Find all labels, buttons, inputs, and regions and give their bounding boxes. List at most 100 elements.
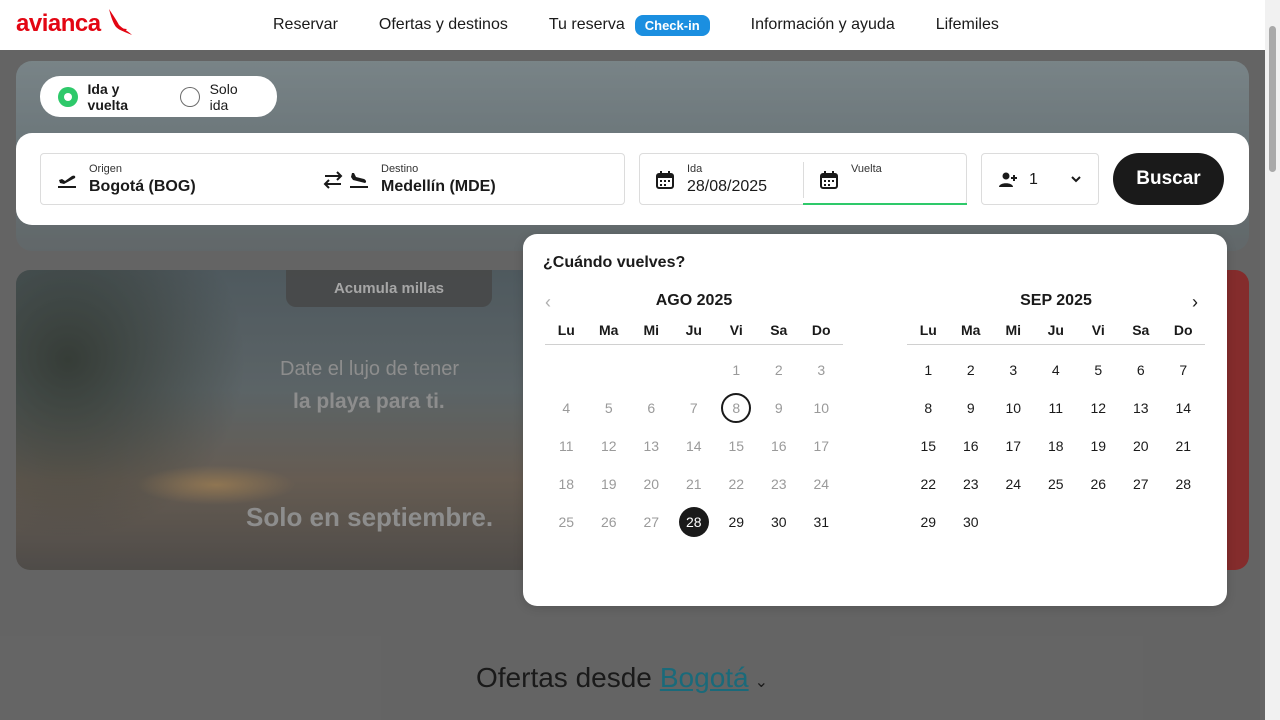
calendar-day: 17 — [800, 427, 843, 465]
day-number: 11 — [1048, 400, 1064, 416]
calendar-day[interactable]: 29 — [715, 503, 758, 541]
origin-input[interactable]: Bogotá (BOG) — [89, 178, 196, 196]
calendar-day[interactable]: 30 — [950, 503, 993, 541]
calendar-day[interactable]: 4 — [1035, 351, 1078, 389]
day-grid: 1 2 3 4 5 6 7 8 9 10 11 12 13 14 15 16 17 18 19 20 21 22 23 24 2… — [907, 351, 1205, 541]
destination-input[interactable]: Medellín (MDE) — [381, 178, 496, 196]
return-active-underline — [803, 203, 967, 205]
round-trip-label[interactable]: Ida y vuelta — [88, 81, 162, 113]
calendar-day[interactable]: 27 — [1120, 465, 1163, 503]
calendar-day[interactable]: 21 — [1162, 427, 1205, 465]
calendar-day[interactable]: 23 — [950, 465, 993, 503]
calendar-day[interactable]: 30 — [758, 503, 801, 541]
ofertas-city-link[interactable]: Bogotá — [660, 662, 749, 693]
calendar-day[interactable]: 26 — [1077, 465, 1120, 503]
passengers-selector[interactable]: 1 — [981, 153, 1099, 205]
scroll-thumb[interactable] — [1269, 26, 1276, 172]
chevron-down-icon[interactable]: ⌄ — [755, 674, 768, 691]
logo-text: avianca — [16, 10, 101, 37]
calendar-day[interactable]: 11 — [1035, 389, 1078, 427]
page-scrollbar[interactable] — [1265, 0, 1280, 720]
nav-label: Tu reserva — [548, 16, 625, 33]
calendar-day[interactable]: 19 — [1077, 427, 1120, 465]
day-number: 17 — [813, 438, 830, 454]
day-number: 4 — [1051, 362, 1060, 378]
day-number: 21 — [1175, 438, 1192, 454]
radio-one-way[interactable] — [180, 86, 200, 107]
calendar-day[interactable]: 29 — [907, 503, 950, 541]
add-person-icon — [999, 172, 1017, 187]
day-number: 12 — [1090, 400, 1107, 416]
day-number: 20 — [643, 476, 660, 492]
calendar-day: 18 — [545, 465, 588, 503]
day-number: 18 — [1047, 438, 1064, 454]
calendar-day[interactable]: 28 — [1162, 465, 1205, 503]
calendar-day[interactable]: 16 — [950, 427, 993, 465]
plane-takeoff-icon — [58, 175, 76, 188]
day-number: 3 — [817, 362, 826, 378]
nav-reservar[interactable]: Reservar — [273, 16, 338, 34]
return-date-calendar: ¿Cuándo vuelves? ‹ › AGO 2025 Lu Ma Mi Ju Vi… — [523, 234, 1227, 606]
calendar-day[interactable]: 31 — [800, 503, 843, 541]
calendar-day[interactable]: 24 — [992, 465, 1035, 503]
day-number: 10 — [1005, 400, 1022, 416]
day-number: 9 — [966, 400, 975, 416]
plane-landing-icon — [350, 173, 368, 188]
calendar-day[interactable]: 25 — [1035, 465, 1078, 503]
day-number: 28 — [678, 507, 709, 537]
calendar-day[interactable]: 3 — [992, 351, 1035, 389]
calendar-day[interactable]: 9 — [950, 389, 993, 427]
calendar-day[interactable]: 6 — [1120, 351, 1163, 389]
radio-round-trip[interactable] — [58, 86, 78, 107]
nav-ofertas-destinos[interactable]: Ofertas y destinos — [379, 16, 508, 34]
calendar-day: 4 — [545, 389, 588, 427]
day-number: 28 — [1175, 476, 1192, 492]
nav-tu-reserva[interactable]: Tu reserva Check-in — [548, 14, 710, 36]
calendar-day[interactable]: 5 — [1077, 351, 1120, 389]
trip-type-selector: Ida y vuelta Solo ida — [40, 76, 277, 117]
calendar-day[interactable]: 12 — [1077, 389, 1120, 427]
calendar-day[interactable]: 10 — [992, 389, 1035, 427]
search-button[interactable]: Buscar — [1113, 153, 1224, 205]
calendar-day[interactable]: 1 — [907, 351, 950, 389]
day-number: 23 — [962, 476, 979, 492]
calendar-day[interactable]: 15 — [907, 427, 950, 465]
day-number: 6 — [647, 400, 656, 416]
calendar-day[interactable]: 18 — [1035, 427, 1078, 465]
avianca-logo[interactable]: avianca — [16, 9, 133, 38]
nav-informacion-ayuda[interactable]: Información y ayuda — [751, 16, 895, 34]
calendar-day[interactable]: 20 — [1120, 427, 1163, 465]
calendar-day[interactable]: 14 — [1162, 389, 1205, 427]
calendar-day: 19 — [588, 465, 631, 503]
day-number: 15 — [920, 438, 937, 454]
calendar-day[interactable]: 8 — [907, 389, 950, 427]
bird-logo-icon — [108, 9, 132, 35]
calendar-day-selected[interactable]: 28 — [673, 503, 716, 541]
day-number: 5 — [604, 400, 613, 416]
day-number: 7 — [1179, 362, 1188, 378]
calendar-day: 13 — [630, 427, 673, 465]
origin-label: Origen — [89, 163, 123, 175]
day-number: 4 — [562, 400, 571, 416]
day-number: 22 — [920, 476, 937, 492]
depart-date-input[interactable]: 28/08/2025 — [687, 178, 767, 196]
checkin-badge[interactable]: Check-in — [634, 14, 710, 36]
one-way-label[interactable]: Solo ida — [210, 81, 259, 113]
swap-icon[interactable] — [322, 170, 344, 190]
calendar-day[interactable]: 22 — [907, 465, 950, 503]
calendar-day[interactable]: 7 — [1162, 351, 1205, 389]
weekday-label: Sa — [1132, 322, 1150, 338]
calendar-day[interactable]: 2 — [950, 351, 993, 389]
nav-lifemiles[interactable]: Lifemiles — [936, 16, 999, 34]
calendar-day[interactable]: 17 — [992, 427, 1035, 465]
day-number: 30 — [770, 514, 787, 530]
empty-day-cell — [630, 351, 673, 389]
day-number: 25 — [1047, 476, 1064, 492]
calendar-title: ¿Cuándo vuelves? — [543, 254, 686, 271]
day-grid: 1 2 3 4 5 6 7 8 9 10 11 12 13 14 15 16 17 18 19 20 21 22 23 24 2… — [545, 351, 843, 541]
calendar-day: 7 — [673, 389, 716, 427]
day-number: 12 — [600, 438, 617, 454]
calendar-day: 25 — [545, 503, 588, 541]
day-number: 20 — [1132, 438, 1149, 454]
calendar-day[interactable]: 13 — [1120, 389, 1163, 427]
